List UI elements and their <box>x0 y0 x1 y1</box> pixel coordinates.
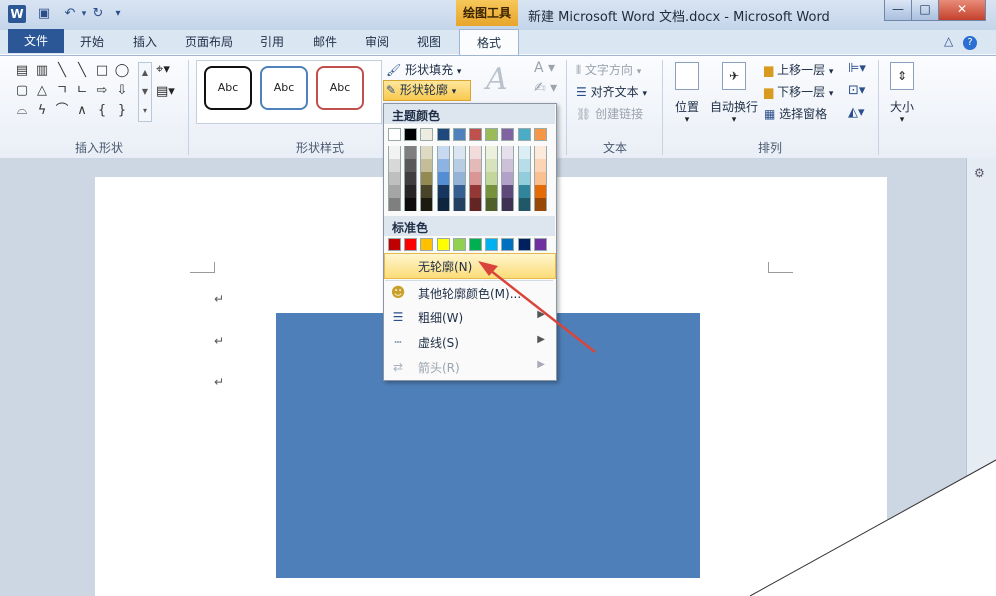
theme-shade-swatch[interactable] <box>452 185 466 198</box>
theme-shade-swatch[interactable] <box>533 146 547 159</box>
theme-shade-swatch[interactable] <box>420 159 434 172</box>
theme-shade-swatch[interactable] <box>436 185 450 198</box>
line-weight-icon: ☰ <box>392 310 404 324</box>
dashes-menu-item[interactable]: ┄ 虚线(S) ▶ <box>385 330 553 354</box>
theme-shade-swatch[interactable] <box>404 172 418 185</box>
theme-color-swatch[interactable] <box>436 128 450 141</box>
theme-shade-swatch[interactable] <box>420 172 434 185</box>
theme-shade-swatch[interactable] <box>388 198 401 211</box>
weight-menu-item[interactable]: ☰ 粗细(W) ▶ <box>385 305 553 329</box>
standard-colors-header: 标准色 <box>392 221 429 235</box>
standard-color-grid <box>388 238 552 252</box>
theme-color-swatch[interactable] <box>501 128 515 141</box>
theme-shade-swatch[interactable] <box>452 172 466 185</box>
standard-color-swatch[interactable] <box>452 238 466 251</box>
theme-shade-swatch[interactable] <box>485 185 499 198</box>
submenu-arrow-icon: ▶ <box>537 309 545 320</box>
theme-shade-swatch[interactable] <box>517 185 531 198</box>
theme-shade-swatch[interactable] <box>533 172 547 185</box>
theme-shade-swatch[interactable] <box>485 146 499 159</box>
standard-color-swatch[interactable] <box>420 238 434 251</box>
theme-shade-swatch[interactable] <box>533 159 547 172</box>
theme-shade-swatch[interactable] <box>469 198 482 211</box>
dash-line-icon: ┄ <box>394 335 402 349</box>
standard-color-swatch[interactable] <box>501 238 515 251</box>
theme-shade-swatch[interactable] <box>517 159 531 172</box>
theme-shade-swatch[interactable] <box>436 159 450 172</box>
theme-color-swatch[interactable] <box>469 128 482 141</box>
standard-color-swatch[interactable] <box>404 238 418 251</box>
theme-shade-swatch[interactable] <box>485 159 499 172</box>
theme-shade-swatch[interactable] <box>469 146 482 159</box>
theme-shade-swatch[interactable] <box>533 185 547 198</box>
theme-shade-swatch[interactable] <box>404 198 418 211</box>
theme-color-swatch[interactable] <box>517 128 531 141</box>
theme-shade-swatch[interactable] <box>517 146 531 159</box>
theme-shade-swatch[interactable] <box>485 172 499 185</box>
theme-shade-swatch[interactable] <box>485 198 499 211</box>
theme-shade-swatch[interactable] <box>436 146 450 159</box>
theme-shade-swatch[interactable] <box>420 185 434 198</box>
theme-shade-swatch[interactable] <box>404 159 418 172</box>
theme-shade-swatch[interactable] <box>501 185 515 198</box>
theme-shade-swatch[interactable] <box>436 198 450 211</box>
theme-shade-swatch[interactable] <box>452 198 466 211</box>
theme-shade-swatch[interactable] <box>452 159 466 172</box>
arrows-icon: ⇄ <box>392 360 404 374</box>
theme-shade-swatch[interactable] <box>388 185 401 198</box>
theme-shade-swatch[interactable] <box>533 198 547 211</box>
theme-color-grid <box>388 128 552 212</box>
standard-color-swatch[interactable] <box>388 238 401 251</box>
standard-color-swatch[interactable] <box>533 238 547 251</box>
arrows-menu-item[interactable]: ⇄ 箭头(R) ▶ <box>385 355 553 379</box>
theme-color-swatch[interactable] <box>485 128 499 141</box>
theme-shade-swatch[interactable] <box>404 146 418 159</box>
theme-color-swatch[interactable] <box>404 128 418 141</box>
theme-shade-swatch[interactable] <box>436 172 450 185</box>
standard-color-swatch[interactable] <box>436 238 450 251</box>
theme-shade-swatch[interactable] <box>452 146 466 159</box>
theme-shade-swatch[interactable] <box>404 185 418 198</box>
color-palette-icon: ☻ <box>390 285 406 301</box>
theme-shade-swatch[interactable] <box>517 198 531 211</box>
theme-shade-swatch[interactable] <box>501 146 515 159</box>
submenu-arrow-icon: ▶ <box>537 334 545 345</box>
theme-shade-swatch[interactable] <box>501 159 515 172</box>
no-outline-menu-item[interactable]: 无轮廓(N) <box>384 253 556 279</box>
theme-shade-swatch[interactable] <box>388 159 401 172</box>
theme-shade-swatch[interactable] <box>388 146 401 159</box>
theme-shade-swatch[interactable] <box>469 159 482 172</box>
theme-shade-swatch[interactable] <box>420 198 434 211</box>
theme-color-swatch[interactable] <box>388 128 401 141</box>
more-outline-colors-menu-item[interactable]: ☻ 其他轮廓颜色(M)... <box>385 281 553 305</box>
theme-colors-header: 主题颜色 <box>392 109 441 123</box>
theme-shade-swatch[interactable] <box>501 172 515 185</box>
theme-shade-swatch[interactable] <box>469 185 482 198</box>
theme-color-swatch[interactable] <box>452 128 466 141</box>
standard-color-swatch[interactable] <box>469 238 482 251</box>
theme-color-swatch[interactable] <box>533 128 547 141</box>
submenu-arrow-icon: ▶ <box>537 359 545 370</box>
theme-shade-swatch[interactable] <box>420 146 434 159</box>
standard-color-swatch[interactable] <box>517 238 531 251</box>
theme-shade-swatch[interactable] <box>517 172 531 185</box>
theme-shade-swatch[interactable] <box>501 198 515 211</box>
standard-color-swatch[interactable] <box>485 238 499 251</box>
theme-color-swatch[interactable] <box>420 128 434 141</box>
theme-shade-swatch[interactable] <box>388 172 401 185</box>
theme-shade-swatch[interactable] <box>469 172 482 185</box>
